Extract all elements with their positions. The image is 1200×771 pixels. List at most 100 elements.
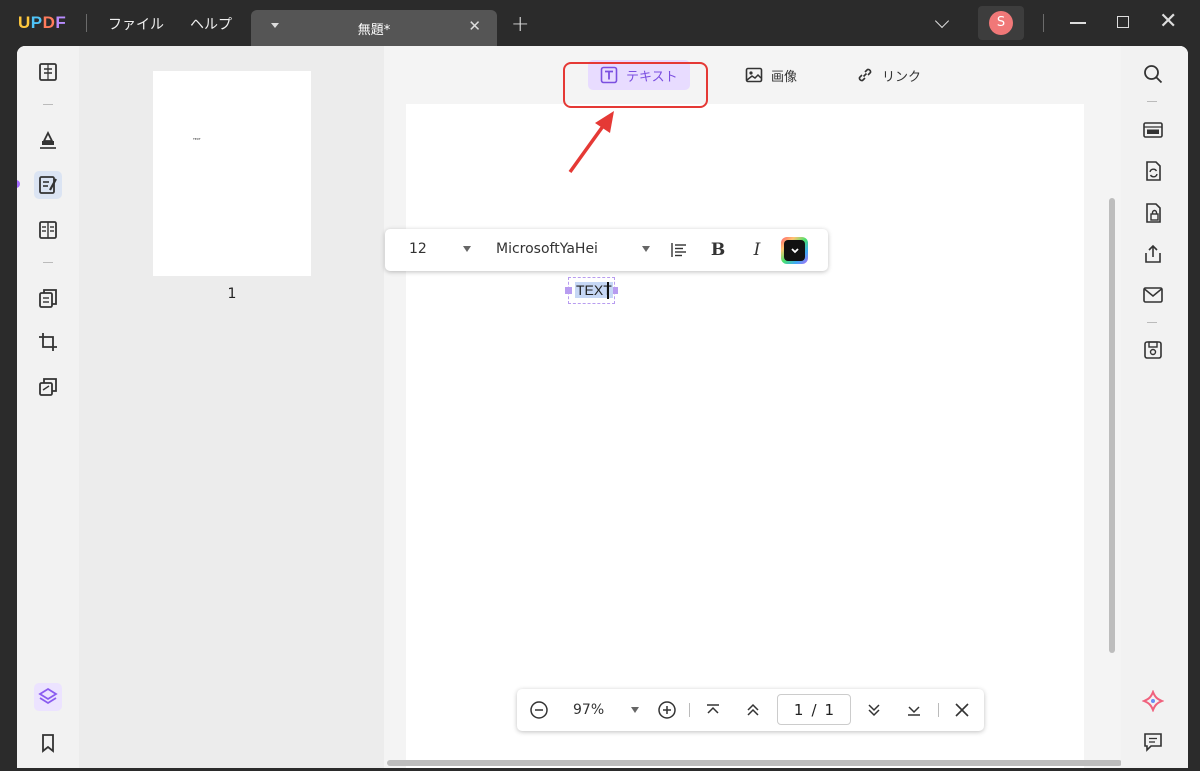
last-page-icon bbox=[908, 706, 920, 716]
title-divider-right bbox=[1043, 14, 1044, 32]
zoom-in-button[interactable] bbox=[657, 700, 677, 720]
mail-icon bbox=[1143, 287, 1163, 303]
ocr-button[interactable] bbox=[1141, 118, 1165, 142]
font-family-dropdown-icon[interactable] bbox=[642, 246, 650, 252]
align-left-button[interactable] bbox=[667, 238, 691, 262]
share-icon bbox=[1145, 244, 1161, 263]
pointer-arrow bbox=[568, 111, 614, 174]
page-thumbnail[interactable]: TEXT bbox=[153, 71, 311, 276]
ai-assistant-icon bbox=[1142, 690, 1164, 712]
add-link-button[interactable]: リンク bbox=[844, 60, 933, 90]
share-button[interactable] bbox=[1141, 242, 1165, 266]
align-left-icon bbox=[671, 243, 686, 257]
protect-button[interactable] bbox=[1141, 201, 1165, 225]
color-swatch bbox=[784, 240, 805, 261]
organize-pages-button[interactable] bbox=[34, 284, 62, 312]
zoom-level-select[interactable]: 97% bbox=[573, 702, 604, 718]
edit-toolbar: テキスト 画像 リンク bbox=[384, 56, 1121, 108]
bookmark-button[interactable] bbox=[34, 729, 62, 757]
document-workarea: 12 MicrosoftYaHei B I TEXT テキスト 画像 リンク 9… bbox=[384, 46, 1121, 768]
resize-handle-left[interactable] bbox=[565, 287, 572, 294]
link-icon bbox=[858, 68, 872, 82]
crop-button[interactable] bbox=[34, 328, 62, 356]
double-chevron-down-icon bbox=[868, 704, 880, 717]
page-number-input[interactable]: 1 / 1 bbox=[777, 694, 851, 725]
user-account-button[interactable]: S bbox=[978, 6, 1024, 40]
thumbnail-page-number: 1 bbox=[227, 286, 237, 302]
close-icon bbox=[955, 703, 969, 717]
zoom-separator bbox=[689, 703, 690, 717]
zoom-dropdown-icon[interactable] bbox=[631, 707, 639, 713]
title-bar: UPDF ファイル ヘルプ 無題* ✕ + S ✕ bbox=[0, 0, 1200, 46]
font-family-select[interactable]: MicrosoftYaHei bbox=[496, 241, 598, 257]
bold-button[interactable]: B bbox=[706, 238, 730, 262]
right-toolbar bbox=[1121, 46, 1188, 768]
pdf-page[interactable]: 12 MicrosoftYaHei B I TEXT bbox=[385, 104, 1084, 768]
text-object[interactable]: TEXT bbox=[565, 277, 618, 304]
add-image-button[interactable]: 画像 bbox=[733, 60, 809, 90]
italic-button[interactable]: I bbox=[745, 238, 769, 262]
zoom-out-button[interactable] bbox=[529, 700, 549, 720]
app-body: TEXT 1 12 MicrosoftYaHei B I TEXT テキスト 画… bbox=[17, 46, 1188, 768]
font-size-select[interactable]: 12 bbox=[409, 241, 427, 257]
save-button[interactable] bbox=[1141, 338, 1165, 362]
save-icon bbox=[1144, 341, 1162, 359]
chevron-down-icon bbox=[790, 247, 799, 253]
thumbnail-panel: TEXT 1 bbox=[79, 46, 384, 768]
highlighter-icon bbox=[40, 130, 56, 149]
text-color-button[interactable] bbox=[781, 237, 808, 264]
left-toolbar bbox=[17, 46, 79, 768]
chevron-down-icon[interactable] bbox=[934, 13, 950, 29]
bookmark-icon bbox=[42, 734, 54, 753]
layers-button[interactable] bbox=[34, 683, 62, 711]
right-separator bbox=[1147, 322, 1157, 323]
search-button[interactable] bbox=[1141, 62, 1165, 86]
zoom-out-icon bbox=[530, 701, 548, 719]
comments-button[interactable] bbox=[1141, 730, 1165, 754]
add-image-label: 画像 bbox=[771, 69, 798, 85]
font-size-dropdown-icon[interactable] bbox=[463, 246, 471, 252]
minimize-button[interactable] bbox=[1070, 22, 1086, 24]
zoom-navigation-bar: 97% 1 / 1 bbox=[517, 689, 984, 731]
double-chevron-up-icon bbox=[747, 703, 759, 716]
layers-icon bbox=[38, 687, 58, 705]
avatar: S bbox=[989, 11, 1013, 35]
last-page-button[interactable] bbox=[904, 700, 924, 720]
edit-pdf-icon bbox=[39, 176, 57, 194]
document-tab-title: 無題* bbox=[357, 23, 391, 38]
current-page: 1 bbox=[793, 700, 804, 719]
edit-mode-button[interactable] bbox=[34, 171, 62, 199]
first-page-icon bbox=[707, 704, 719, 714]
crop-icon bbox=[39, 333, 57, 351]
menu-file[interactable]: ファイル bbox=[108, 14, 164, 34]
zoom-in-icon bbox=[658, 701, 676, 719]
left-separator bbox=[43, 262, 53, 263]
maximize-button[interactable] bbox=[1117, 16, 1129, 28]
horizontal-scrollbar[interactable] bbox=[387, 760, 1122, 766]
text-cursor bbox=[607, 282, 609, 299]
first-page-button[interactable] bbox=[703, 700, 723, 720]
window-close-button[interactable]: ✕ bbox=[1159, 9, 1177, 34]
reader-mode-button[interactable] bbox=[34, 58, 62, 86]
tab-close-icon[interactable]: ✕ bbox=[468, 17, 481, 35]
close-zoom-bar-button[interactable] bbox=[952, 700, 972, 720]
organize-form-button[interactable] bbox=[34, 216, 62, 244]
comment-icon bbox=[1144, 733, 1162, 752]
previous-page-button[interactable] bbox=[743, 700, 763, 720]
total-pages: 1 bbox=[824, 700, 835, 719]
new-tab-button[interactable]: + bbox=[511, 12, 529, 37]
document-tab[interactable]: 無題* ✕ bbox=[251, 10, 497, 46]
ai-assistant-button[interactable] bbox=[1141, 689, 1165, 713]
tools-button[interactable] bbox=[34, 373, 62, 401]
book-icon bbox=[39, 63, 57, 81]
vertical-scrollbar[interactable] bbox=[1109, 198, 1115, 653]
search-icon bbox=[1144, 65, 1163, 84]
ocr-icon bbox=[1143, 122, 1163, 138]
email-button[interactable] bbox=[1141, 283, 1165, 307]
convert-icon bbox=[1146, 161, 1161, 181]
convert-button[interactable] bbox=[1141, 159, 1165, 183]
next-page-button[interactable] bbox=[864, 700, 884, 720]
comment-mode-button[interactable] bbox=[34, 126, 62, 154]
menu-help[interactable]: ヘルプ bbox=[190, 14, 232, 34]
thumbnail-text: TEXT bbox=[193, 137, 201, 141]
